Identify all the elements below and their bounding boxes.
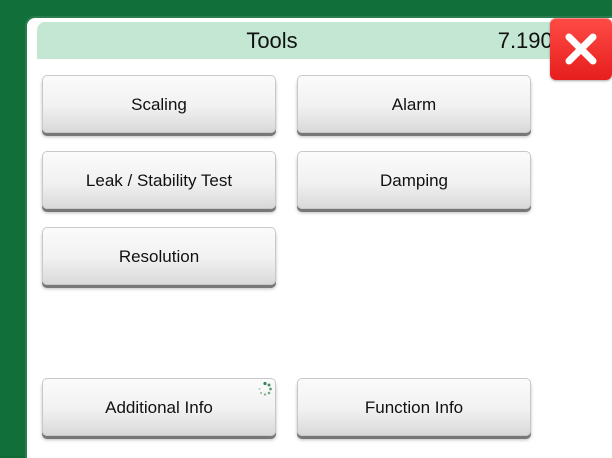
function-info-button[interactable]: Function Info — [297, 378, 531, 436]
title-bar: Tools 7.1901 — [37, 22, 577, 59]
scaling-button[interactable]: Scaling — [42, 75, 276, 133]
damping-button[interactable]: Damping — [297, 151, 531, 209]
page-title: Tools — [246, 28, 298, 53]
close-icon — [565, 33, 597, 65]
loading-spinner-icon — [258, 381, 272, 396]
additional-info-label: Additional Info — [105, 398, 213, 417]
close-button[interactable] — [550, 18, 612, 80]
additional-info-button[interactable]: Additional Info — [42, 378, 276, 436]
resolution-button[interactable]: Resolution — [42, 227, 276, 285]
leak-stability-test-button[interactable]: Leak / Stability Test — [42, 151, 276, 209]
device-frame: Tools 7.1901 Scaling Alarm Leak / Stabil… — [0, 0, 612, 458]
alarm-button[interactable]: Alarm — [297, 75, 531, 133]
